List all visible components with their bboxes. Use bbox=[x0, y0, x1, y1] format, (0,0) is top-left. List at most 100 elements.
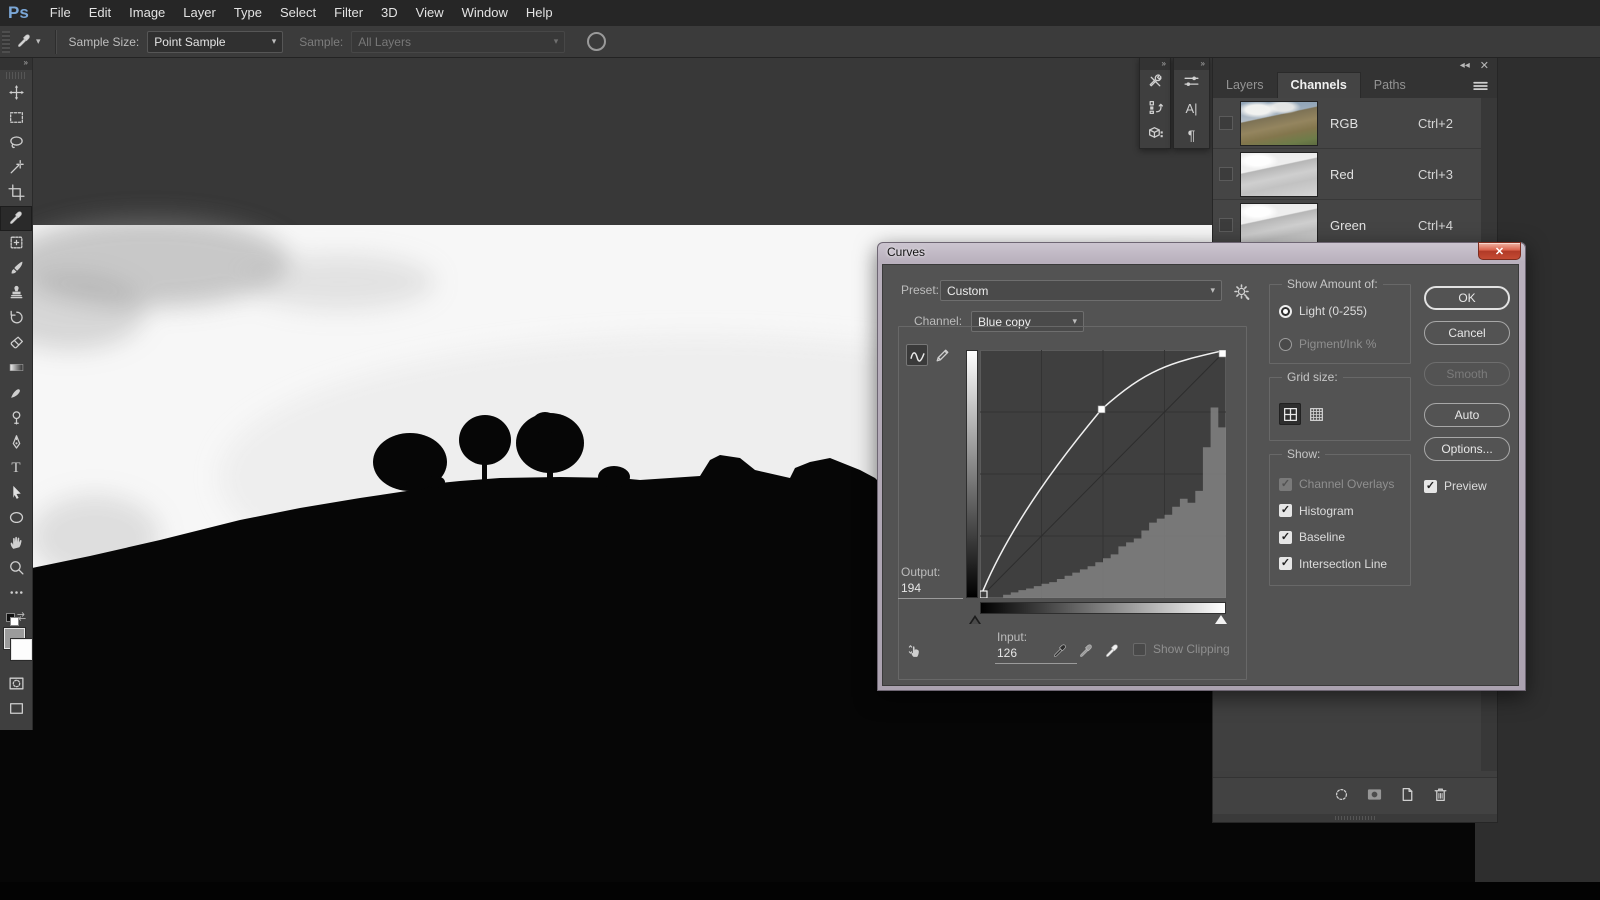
cancel-button[interactable]: Cancel bbox=[1424, 321, 1510, 345]
smooth-button[interactable]: Smooth bbox=[1424, 362, 1510, 386]
menu-filter[interactable]: Filter bbox=[325, 0, 372, 26]
black-point-slider[interactable] bbox=[969, 615, 981, 624]
black-point-eyedropper-icon[interactable] bbox=[1049, 639, 1071, 661]
dashed-circle-icon[interactable] bbox=[1333, 786, 1350, 806]
preset-dropdown[interactable]: Custom ▾ bbox=[940, 280, 1222, 301]
ellipse-shape-tool[interactable] bbox=[0, 506, 32, 531]
channel-thumbnail[interactable] bbox=[1240, 101, 1318, 146]
char-panel-panel-button[interactable]: A| bbox=[1174, 96, 1209, 122]
menu-window[interactable]: Window bbox=[453, 0, 517, 26]
paragraph-panel-button[interactable]: ¶ bbox=[1174, 122, 1209, 148]
sample-dropdown[interactable]: All Layers ▾ bbox=[351, 31, 565, 53]
tab-paths[interactable]: Paths bbox=[1361, 73, 1419, 98]
ok-button[interactable]: OK bbox=[1424, 286, 1510, 310]
crop-tool[interactable] bbox=[0, 181, 32, 206]
detailed-grid-icon[interactable] bbox=[1305, 403, 1327, 425]
visibility-toggle[interactable] bbox=[1219, 218, 1233, 232]
panel-grip[interactable] bbox=[6, 72, 26, 79]
trash-icon[interactable] bbox=[1432, 786, 1449, 806]
white-point-slider[interactable] bbox=[1215, 615, 1227, 624]
preset-options-gear-icon[interactable] bbox=[1230, 280, 1252, 302]
wrench-panel-button[interactable] bbox=[1140, 70, 1170, 96]
output-value[interactable]: 194 bbox=[901, 581, 921, 595]
dialog-close-button[interactable]: ✕ bbox=[1478, 242, 1521, 260]
menu-layer[interactable]: Layer bbox=[174, 0, 225, 26]
channel-row-rgb[interactable]: RGBCtrl+2 bbox=[1213, 98, 1481, 149]
type-tool[interactable]: T bbox=[0, 456, 32, 481]
lasso-tool[interactable] bbox=[0, 131, 32, 156]
move-tool[interactable] bbox=[0, 81, 32, 106]
background-color-swatch[interactable] bbox=[11, 639, 32, 660]
eyedropper-tool[interactable] bbox=[0, 206, 32, 231]
menu-file[interactable]: File bbox=[41, 0, 80, 26]
menu-view[interactable]: View bbox=[407, 0, 453, 26]
curve-grid[interactable] bbox=[980, 350, 1226, 601]
history-brush-tool[interactable] bbox=[0, 306, 32, 331]
quick-selection-tool[interactable] bbox=[0, 156, 32, 181]
intersection-line-checkbox[interactable]: ✓ bbox=[1279, 557, 1292, 570]
panel-resize-grip[interactable] bbox=[1213, 814, 1497, 822]
mask-circle-icon[interactable] bbox=[1366, 786, 1383, 806]
screen-mode-button[interactable] bbox=[0, 697, 32, 722]
healing-brush-tool[interactable] bbox=[0, 231, 32, 256]
menu-type[interactable]: Type bbox=[225, 0, 271, 26]
show-clipping-checkbox[interactable]: ✓ bbox=[1133, 643, 1146, 656]
current-tool-button[interactable]: ▾ bbox=[10, 32, 47, 52]
cube-panel-button[interactable] bbox=[1140, 122, 1170, 148]
brush-tool[interactable] bbox=[0, 256, 32, 281]
pigment-radio[interactable] bbox=[1279, 338, 1292, 351]
white-point-eyedropper-icon[interactable] bbox=[1101, 639, 1123, 661]
gray-point-eyedropper-icon[interactable] bbox=[1075, 639, 1097, 661]
checkbox-label: Channel Overlays bbox=[1299, 477, 1394, 491]
options-button[interactable]: Options... bbox=[1424, 437, 1510, 461]
quick-mask-button[interactable] bbox=[0, 672, 32, 697]
targeted-adjustment-icon[interactable] bbox=[904, 639, 926, 661]
histogram-checkbox[interactable]: ✓ bbox=[1279, 504, 1292, 517]
panel-menu-icon[interactable] bbox=[1472, 78, 1489, 98]
channel-thumbnail[interactable] bbox=[1240, 203, 1318, 248]
clone-stamp-tool[interactable] bbox=[0, 281, 32, 306]
menu-image[interactable]: Image bbox=[120, 0, 174, 26]
new-page-icon[interactable] bbox=[1399, 786, 1416, 806]
pen-tool[interactable] bbox=[0, 431, 32, 456]
close-panel-icon[interactable]: ✕ bbox=[1480, 59, 1489, 72]
baseline-checkbox[interactable]: ✓ bbox=[1279, 531, 1292, 544]
menu-edit[interactable]: Edit bbox=[80, 0, 120, 26]
eraser-tool[interactable] bbox=[0, 331, 32, 356]
input-value[interactable]: 126 bbox=[997, 646, 1017, 660]
path-selection-tool[interactable] bbox=[0, 481, 32, 506]
sampling-ring-icon[interactable] bbox=[587, 32, 606, 51]
tab-channels[interactable]: Channels bbox=[1277, 72, 1361, 98]
more-tools-tool[interactable] bbox=[0, 581, 32, 606]
dodge-tool[interactable] bbox=[0, 406, 32, 431]
channel-thumbnail[interactable] bbox=[1240, 152, 1318, 197]
expand-panel-icon[interactable]: » bbox=[1140, 58, 1170, 70]
gradient-tool[interactable] bbox=[0, 356, 32, 381]
visibility-toggle[interactable] bbox=[1219, 167, 1233, 181]
menu-help[interactable]: Help bbox=[517, 0, 562, 26]
channel-overlays-checkbox[interactable]: ✓ bbox=[1279, 478, 1292, 491]
preview-checkbox[interactable]: ✓ bbox=[1424, 480, 1437, 493]
light-radio[interactable] bbox=[1279, 305, 1292, 318]
visibility-toggle[interactable] bbox=[1219, 116, 1233, 130]
clone-source-panel-button[interactable] bbox=[1140, 96, 1170, 122]
hand-tool[interactable] bbox=[0, 531, 32, 556]
sample-size-dropdown[interactable]: Point Sample ▾ bbox=[147, 31, 283, 53]
draw-curve-pencil-icon[interactable] bbox=[931, 344, 953, 366]
auto-button[interactable]: Auto bbox=[1424, 403, 1510, 427]
tab-layers[interactable]: Layers bbox=[1213, 73, 1277, 98]
menu-3d[interactable]: 3D bbox=[372, 0, 407, 26]
simple-grid-icon[interactable] bbox=[1279, 403, 1301, 425]
rect-marquee-tool[interactable] bbox=[0, 106, 32, 131]
panel-footer bbox=[1213, 777, 1497, 814]
zoom-tool[interactable] bbox=[0, 556, 32, 581]
collapse-icons-icon[interactable]: ◂◂ bbox=[1460, 60, 1470, 71]
channel-row-red[interactable]: RedCtrl+3 bbox=[1213, 149, 1481, 200]
expand-panel-icon[interactable]: » bbox=[1174, 58, 1209, 70]
menu-select[interactable]: Select bbox=[271, 0, 325, 26]
swap-colors-icon[interactable] bbox=[16, 611, 27, 625]
sliders-panel-button[interactable] bbox=[1174, 70, 1209, 96]
edit-points-curve-icon[interactable] bbox=[906, 344, 928, 366]
collapse-panel-icon[interactable]: » bbox=[0, 57, 32, 70]
smudge-tool[interactable] bbox=[0, 381, 32, 406]
